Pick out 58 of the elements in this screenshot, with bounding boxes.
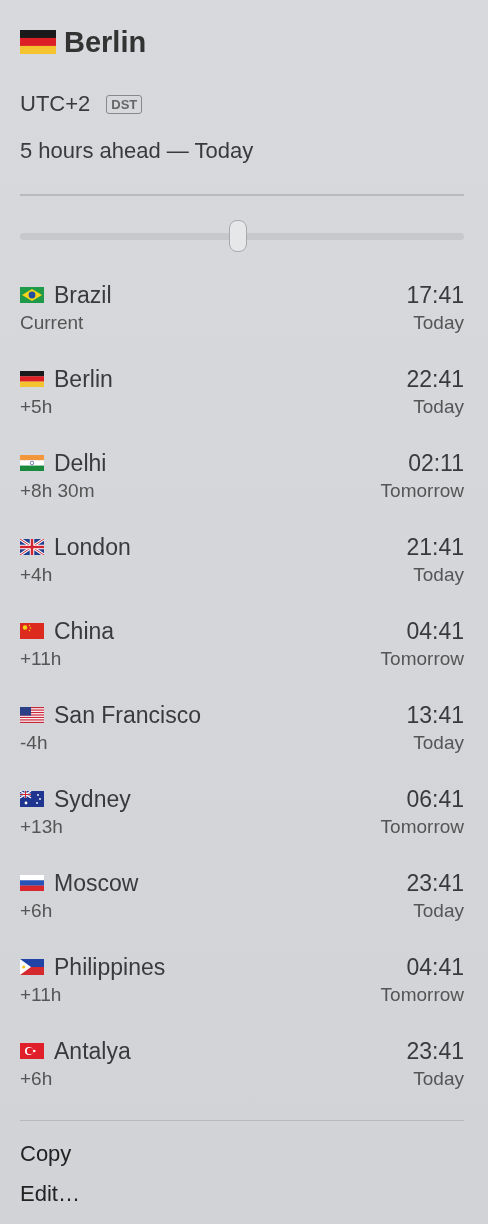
flag-icon [20,623,44,639]
time-difference: +6h [20,1068,54,1090]
utc-offset: UTC+2 [20,91,91,117]
zone-day: Today [413,1068,464,1090]
city-title: Berlin [64,25,147,59]
zone-day: Today [413,396,464,418]
zone-time: 17:41 [406,281,464,310]
time-difference: Current [20,312,85,334]
zone-name: Philippines [54,953,166,982]
zone-day: Today [413,900,464,922]
flag-icon [20,875,44,891]
time-difference: +4h [20,564,54,586]
zone-name: China [54,617,115,646]
zone-day: Today [413,732,464,754]
time-difference: +5h [20,396,54,418]
flag-icon [20,455,44,471]
slider-thumb[interactable] [228,220,247,252]
zone-name: San Francisco [54,701,201,730]
zone-name: Delhi [54,449,107,478]
time-difference: +11h [20,984,63,1006]
time-difference: +11h [20,648,63,670]
time-difference: +8h 30m [20,480,96,502]
zone-name: Berlin [54,365,113,394]
time-difference: +13h [20,816,64,838]
zone-name: Brazil [54,281,112,310]
zone-day: Today [413,312,464,334]
zone-time: 13:41 [406,701,464,730]
zone-time: 23:41 [406,869,464,898]
zone-day: Tomorrow [380,816,464,838]
zone-day: Tomorrow [380,480,464,502]
flag-icon [20,707,44,723]
zone-name: Moscow [54,869,139,898]
flag-icon [20,959,44,975]
zone-day: Tomorrow [380,648,464,670]
flag-icon [20,1043,44,1059]
zone-name: London [54,533,131,562]
zone-time: 06:41 [406,785,464,814]
flag-icon [20,539,44,555]
menu-item[interactable]: Copy [20,1141,72,1167]
dst-badge: DST [106,94,143,114]
time-difference: -4h [20,732,49,754]
zone-name: Sydney [54,785,131,814]
zone-name: Antalya [54,1037,131,1066]
flag-icon [20,791,44,807]
zone-day: Today [413,564,464,586]
menu-item[interactable]: Edit… [20,1181,80,1207]
time-difference: +6h [20,900,54,922]
zone-day: Tomorrow [380,984,464,1006]
relative-time: 5 hours ahead — Today [20,138,255,165]
zone-time: 21:41 [406,533,464,562]
zone-time: 23:41 [406,1037,464,1066]
zone-time: 22:41 [406,365,464,394]
zone-time: 02:11 [408,449,464,478]
flag-icon [20,371,44,387]
flag-icon [20,287,44,303]
flag-icon [20,30,56,54]
zone-time: 04:41 [406,617,464,646]
zone-time: 04:41 [406,953,464,982]
